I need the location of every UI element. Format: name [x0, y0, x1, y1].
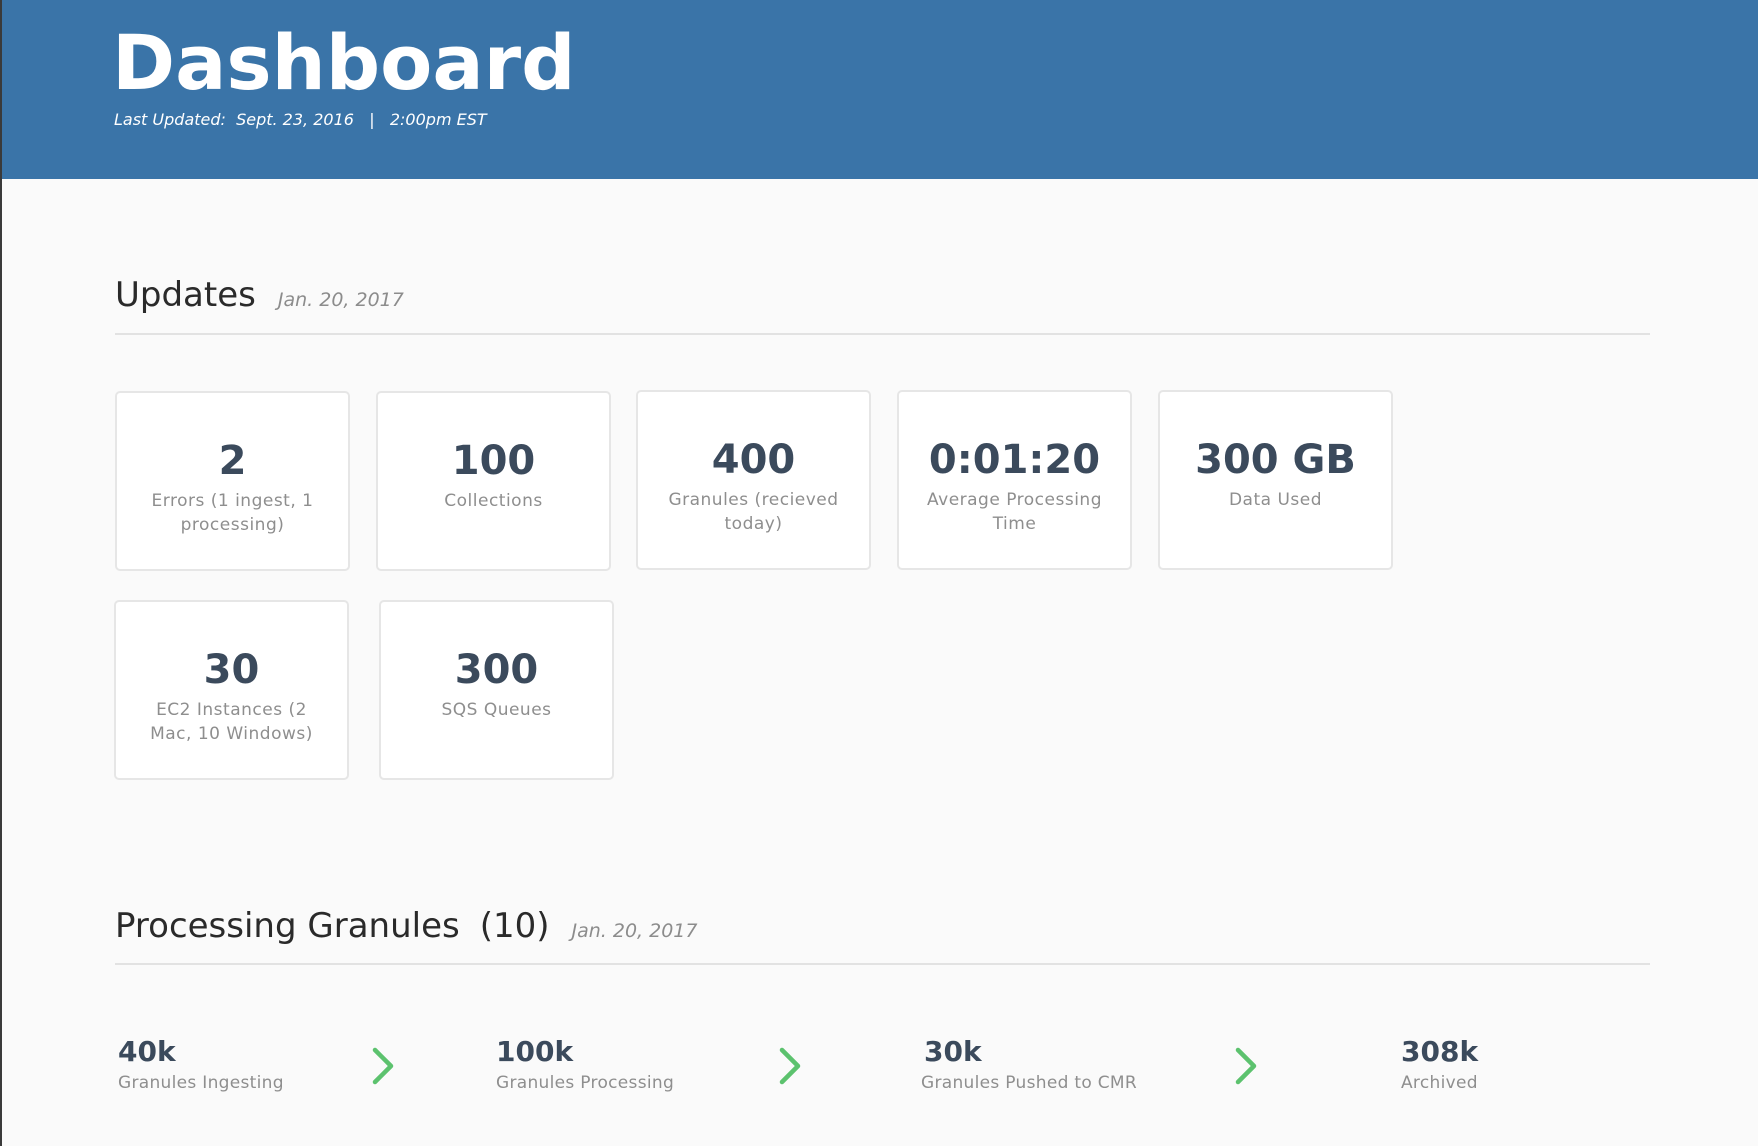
stage-label: Granules Processing — [496, 1073, 675, 1093]
stat-value: 0:01:20 — [928, 437, 1101, 483]
updates-header: Updates Jan. 20, 2017 — [115, 275, 404, 315]
page-title: Dashboard — [112, 18, 576, 107]
processing-title: Processing Granules — [115, 906, 460, 946]
last-updated-time: 2:00pm EST — [389, 110, 487, 129]
stage-value: 308k — [1401, 1035, 1479, 1068]
stat-label: Data Used — [1228, 490, 1323, 510]
stage-label: Archived — [1401, 1073, 1478, 1093]
stage-value: 100k — [496, 1035, 574, 1068]
stage-pushed-to-cmr[interactable]: 30k Granules Pushed to CMR — [921, 1033, 1137, 1093]
processing-divider — [115, 963, 1650, 965]
page-header: Dashboard Last Updated: Sept. 23, 2016 |… — [2, 0, 1758, 179]
stat-card-data-used[interactable]: 300 GB Data Used — [1158, 390, 1393, 570]
stat-card-processing-time[interactable]: 0:01:20 Average Processing Time — [897, 390, 1132, 570]
stat-card-ec2-instances[interactable]: 30 EC2 Instances (2 Mac, 10 Windows) — [114, 600, 349, 780]
dashboard-page: Dashboard Last Updated: Sept. 23, 2016 |… — [0, 0, 1758, 1146]
updates-date: Jan. 20, 2017 — [277, 289, 404, 311]
chevron-right-icon — [1235, 1047, 1257, 1085]
stat-label: Average Processing Time — [927, 490, 1102, 534]
stat-value: 2 — [218, 438, 247, 484]
last-updated: Last Updated: Sept. 23, 2016 | 2:00pm ES… — [114, 110, 487, 129]
stat-label: Collections — [444, 491, 543, 511]
stage-processing[interactable]: 100k Granules Processing — [496, 1033, 674, 1093]
stat-value: 300 — [454, 647, 539, 693]
stat-card-errors[interactable]: 2 Errors (1 ingest, 1 processing) — [115, 391, 350, 571]
stat-card-granules[interactable]: 400 Granules (recieved today) — [636, 390, 871, 570]
processing-header: Processing Granules (10) Jan. 20, 2017 — [115, 906, 697, 946]
stat-value: 300 GB — [1195, 437, 1356, 483]
stat-value: 400 — [711, 437, 796, 483]
last-updated-separator: | — [369, 110, 375, 129]
stat-label: Granules (recieved today) — [668, 490, 839, 534]
stat-card-sqs-queues[interactable]: 300 SQS Queues — [379, 600, 614, 780]
updates-divider — [115, 333, 1650, 335]
updates-title: Updates — [115, 275, 256, 315]
processing-date: Jan. 20, 2017 — [571, 920, 698, 942]
stat-label: EC2 Instances (2 Mac, 10 Windows) — [150, 700, 313, 744]
chevron-right-icon — [779, 1047, 801, 1085]
chevron-right-icon — [372, 1047, 394, 1085]
stat-card-collections[interactable]: 100 Collections — [376, 391, 611, 571]
stage-label: Granules Ingesting — [118, 1073, 284, 1093]
stat-label: SQS Queues — [441, 700, 552, 720]
stat-value: 30 — [203, 647, 260, 693]
stage-label: Granules Pushed to CMR — [921, 1073, 1138, 1093]
last-updated-date: Sept. 23, 2016 — [236, 110, 354, 129]
stat-label: Errors (1 ingest, 1 processing) — [151, 491, 314, 535]
stage-archived[interactable]: 308k Archived — [1401, 1033, 1478, 1093]
processing-count: (10) — [479, 906, 550, 946]
stage-ingesting[interactable]: 40k Granules Ingesting — [118, 1033, 284, 1093]
stat-value: 100 — [451, 438, 536, 484]
last-updated-label: Last Updated: — [114, 110, 226, 129]
stage-value: 40k — [118, 1035, 176, 1068]
stage-value: 30k — [924, 1035, 982, 1068]
